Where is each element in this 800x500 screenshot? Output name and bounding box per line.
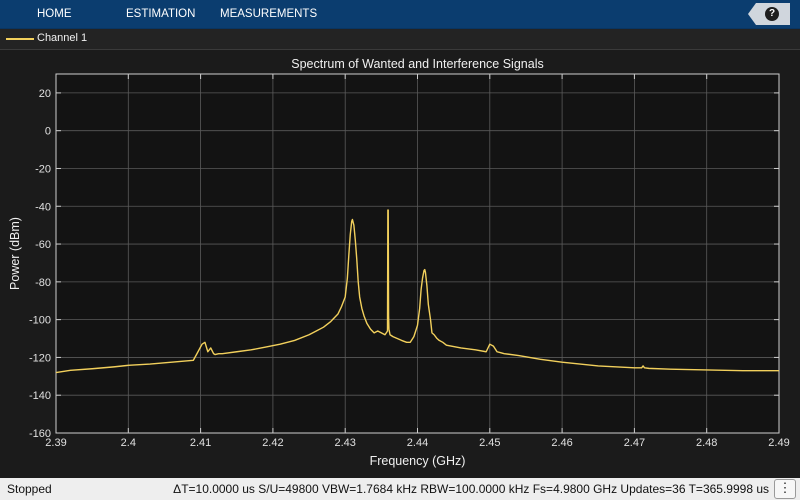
tab-estimation[interactable]: ESTIMATION (126, 0, 195, 28)
y-tick-label: -120 (29, 352, 51, 364)
status-state: Stopped (7, 482, 52, 496)
legend-line-swatch (6, 38, 34, 40)
status-menu-icon[interactable]: ⋮ (774, 479, 796, 499)
help-icon[interactable]: ? (765, 7, 779, 21)
y-tick-label: -100 (29, 315, 51, 327)
y-axis-label: Power (dBm) (8, 217, 22, 290)
x-tick-label: 2.44 (407, 437, 428, 449)
toolstrip: HOME ESTIMATION MEASUREMENTS ? (0, 0, 800, 29)
chart-title: Spectrum of Wanted and Interference Sign… (291, 57, 543, 71)
spectrum-chart[interactable]: 2.39 2.4 2.41 2.42 2.43 2.44 2.45 2.46 2.47 2.48 2… (0, 50, 800, 478)
legend-label-channel-1[interactable]: Channel 1 (37, 32, 87, 44)
status-bar: Stopped ΔT=10.0000 us S/U=49800 VBW=1.76… (0, 478, 800, 500)
x-tick-label: 2.45 (479, 437, 500, 449)
x-tick-label: 2.46 (551, 437, 572, 449)
y-tick-label: -160 (29, 428, 51, 440)
x-tick-label: 2.43 (334, 437, 355, 449)
x-tick-label: 2.47 (624, 437, 645, 449)
y-tick-label: -60 (35, 239, 51, 251)
y-tick-label: -80 (35, 277, 51, 289)
x-tick-label: 2.48 (696, 437, 717, 449)
plot-area: 2.39 2.4 2.41 2.42 2.43 2.44 2.45 2.46 2.47 2.48 2… (0, 50, 800, 478)
y-tick-label: -40 (35, 201, 51, 213)
y-tick-label: -140 (29, 390, 51, 402)
tab-home[interactable]: HOME (37, 0, 72, 28)
x-axis-label: Frequency (GHz) (370, 454, 466, 468)
y-tick-label: 20 (39, 88, 51, 100)
tab-measurements[interactable]: MEASUREMENTS (220, 0, 317, 28)
x-tick-label: 2.49 (768, 437, 789, 449)
x-tick-label: 2.42 (262, 437, 283, 449)
y-tick-label: 0 (45, 126, 51, 138)
legend: Channel 1 (0, 29, 800, 50)
x-tick-label: 2.4 (121, 437, 136, 449)
status-metrics: ΔT=10.0000 us S/U=49800 VBW=1.7684 kHz R… (173, 482, 769, 496)
help-panel: ? (748, 3, 790, 25)
y-tick-label: -20 (35, 163, 51, 175)
x-tick-label: 2.41 (190, 437, 211, 449)
